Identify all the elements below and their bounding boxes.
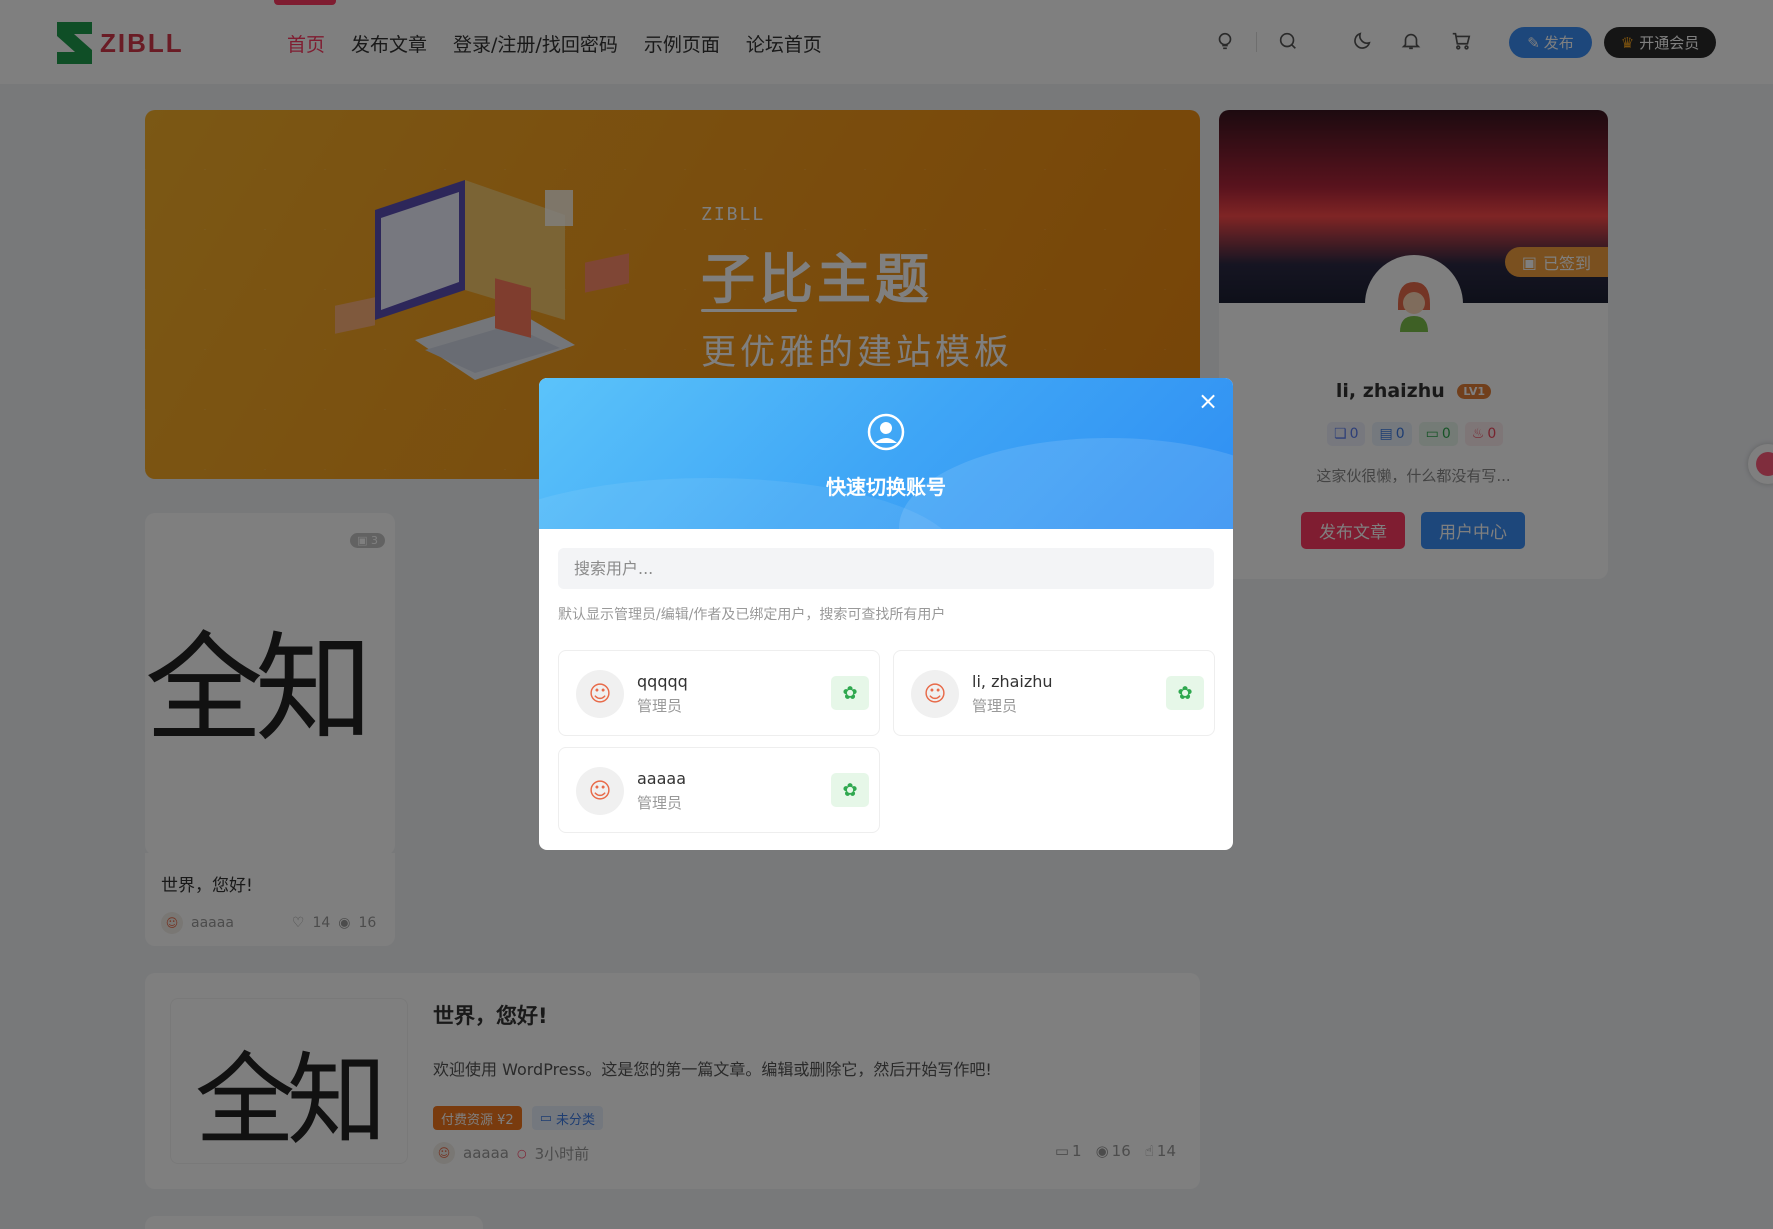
user-item[interactable]: ☺ li, zhaizhu 管理员 ✿ (893, 650, 1215, 736)
user-name: aaaaa (637, 769, 687, 788)
gear-icon[interactable]: ✿ (831, 773, 869, 807)
switch-account-modal: × 快速切换账号 默认显示管理员/编辑/作者及已绑定用户，搜索可查找所有用户 ☺… (539, 378, 1233, 850)
search-hint: 默认显示管理员/编辑/作者及已绑定用户，搜索可查找所有用户 (558, 607, 946, 623)
gear-icon[interactable]: ✿ (831, 676, 869, 710)
avatar: ☺ (576, 767, 624, 815)
avatar: ☺ (576, 670, 624, 718)
user-role: 管理员 (637, 794, 683, 812)
close-icon[interactable]: × (1197, 389, 1219, 413)
avatar-face-icon: ☺ (588, 778, 612, 804)
user-item[interactable]: ☺ aaaaa 管理员 ✿ (558, 747, 880, 833)
gear-icon[interactable]: ✿ (1166, 676, 1204, 710)
user-role: 管理员 (972, 697, 1018, 715)
avatar: ☺ (911, 670, 959, 718)
user-name: qqqqq (637, 672, 688, 691)
user-role: 管理员 (637, 697, 683, 715)
avatar-face-icon: ☺ (923, 681, 947, 707)
user-search-input[interactable] (558, 548, 1214, 589)
user-name: li, zhaizhu (972, 672, 1053, 691)
user-circle-icon (867, 413, 905, 451)
modal-header: × 快速切换账号 (539, 378, 1233, 529)
modal-title: 快速切换账号 (826, 475, 946, 499)
user-item[interactable]: ☺ qqqqq 管理员 ✿ (558, 650, 880, 736)
avatar-face-icon: ☺ (588, 681, 612, 707)
